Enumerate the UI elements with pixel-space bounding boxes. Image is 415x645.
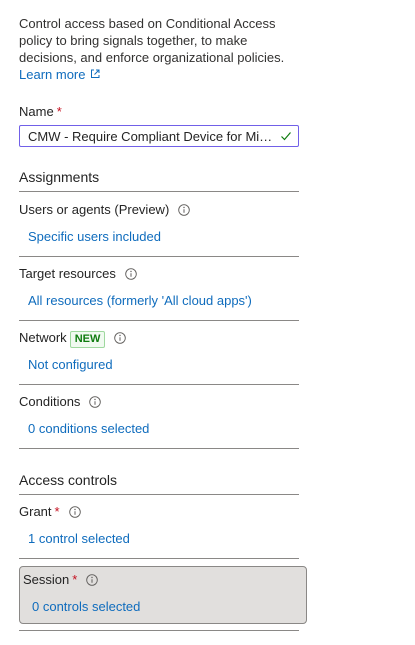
users-label-text: Users or agents (Preview) bbox=[19, 202, 170, 217]
users-link[interactable]: Specific users included bbox=[28, 229, 161, 244]
grant-link[interactable]: 1 control selected bbox=[28, 531, 130, 546]
target-resources-label-text: Target resources bbox=[19, 266, 116, 281]
info-icon[interactable] bbox=[68, 506, 81, 518]
policy-name-input[interactable]: CMW - Require Compliant Device for Micro… bbox=[19, 125, 299, 147]
policy-name-value[interactable]: CMW - Require Compliant Device for Micro… bbox=[28, 129, 276, 144]
session-label: Session * bbox=[23, 572, 99, 587]
required-mark: * bbox=[72, 572, 78, 587]
required-mark: * bbox=[54, 504, 60, 519]
info-icon[interactable] bbox=[125, 268, 137, 280]
grant-label-text: Grant bbox=[19, 504, 52, 519]
session-label-text: Session bbox=[23, 572, 70, 587]
target-resources-label: Target resources bbox=[19, 266, 137, 281]
network-label: Network NEW bbox=[19, 330, 127, 348]
intro-description: Control access based on Conditional Acce… bbox=[19, 15, 304, 83]
divider bbox=[19, 320, 299, 321]
divider bbox=[19, 448, 299, 449]
divider bbox=[19, 256, 299, 257]
session-link[interactable]: 0 controls selected bbox=[32, 599, 140, 614]
name-label-text: Name bbox=[19, 104, 54, 119]
grant-label: Grant * bbox=[19, 504, 81, 519]
divider bbox=[19, 191, 299, 192]
users-label: Users or agents (Preview) bbox=[19, 202, 191, 217]
access-controls-heading: Access controls bbox=[19, 472, 118, 488]
divider bbox=[19, 384, 299, 385]
name-label: Name * bbox=[19, 104, 62, 119]
target-resources-link[interactable]: All resources (formerly 'All cloud apps'… bbox=[28, 293, 252, 308]
network-link[interactable]: Not configured bbox=[28, 357, 113, 372]
required-mark: * bbox=[56, 104, 62, 119]
assignments-heading: Assignments bbox=[19, 169, 100, 185]
new-badge: NEW bbox=[69, 331, 106, 348]
info-icon[interactable] bbox=[89, 396, 102, 408]
divider bbox=[19, 630, 299, 631]
info-icon[interactable] bbox=[178, 204, 191, 216]
conditions-label-text: Conditions bbox=[19, 394, 81, 409]
external-link-icon bbox=[91, 69, 100, 78]
learn-more-label: Learn more bbox=[19, 67, 86, 82]
conditions-label: Conditions bbox=[19, 394, 102, 409]
checkmark-icon bbox=[281, 132, 291, 141]
learn-more-link[interactable]: Learn more bbox=[19, 67, 100, 82]
info-icon[interactable] bbox=[86, 574, 99, 586]
info-icon[interactable] bbox=[114, 332, 127, 344]
network-label-text: Network bbox=[19, 330, 67, 345]
intro-text: Control access based on Conditional Acce… bbox=[19, 16, 285, 65]
conditions-link[interactable]: 0 conditions selected bbox=[28, 421, 149, 436]
divider bbox=[19, 494, 299, 495]
divider bbox=[19, 558, 299, 559]
